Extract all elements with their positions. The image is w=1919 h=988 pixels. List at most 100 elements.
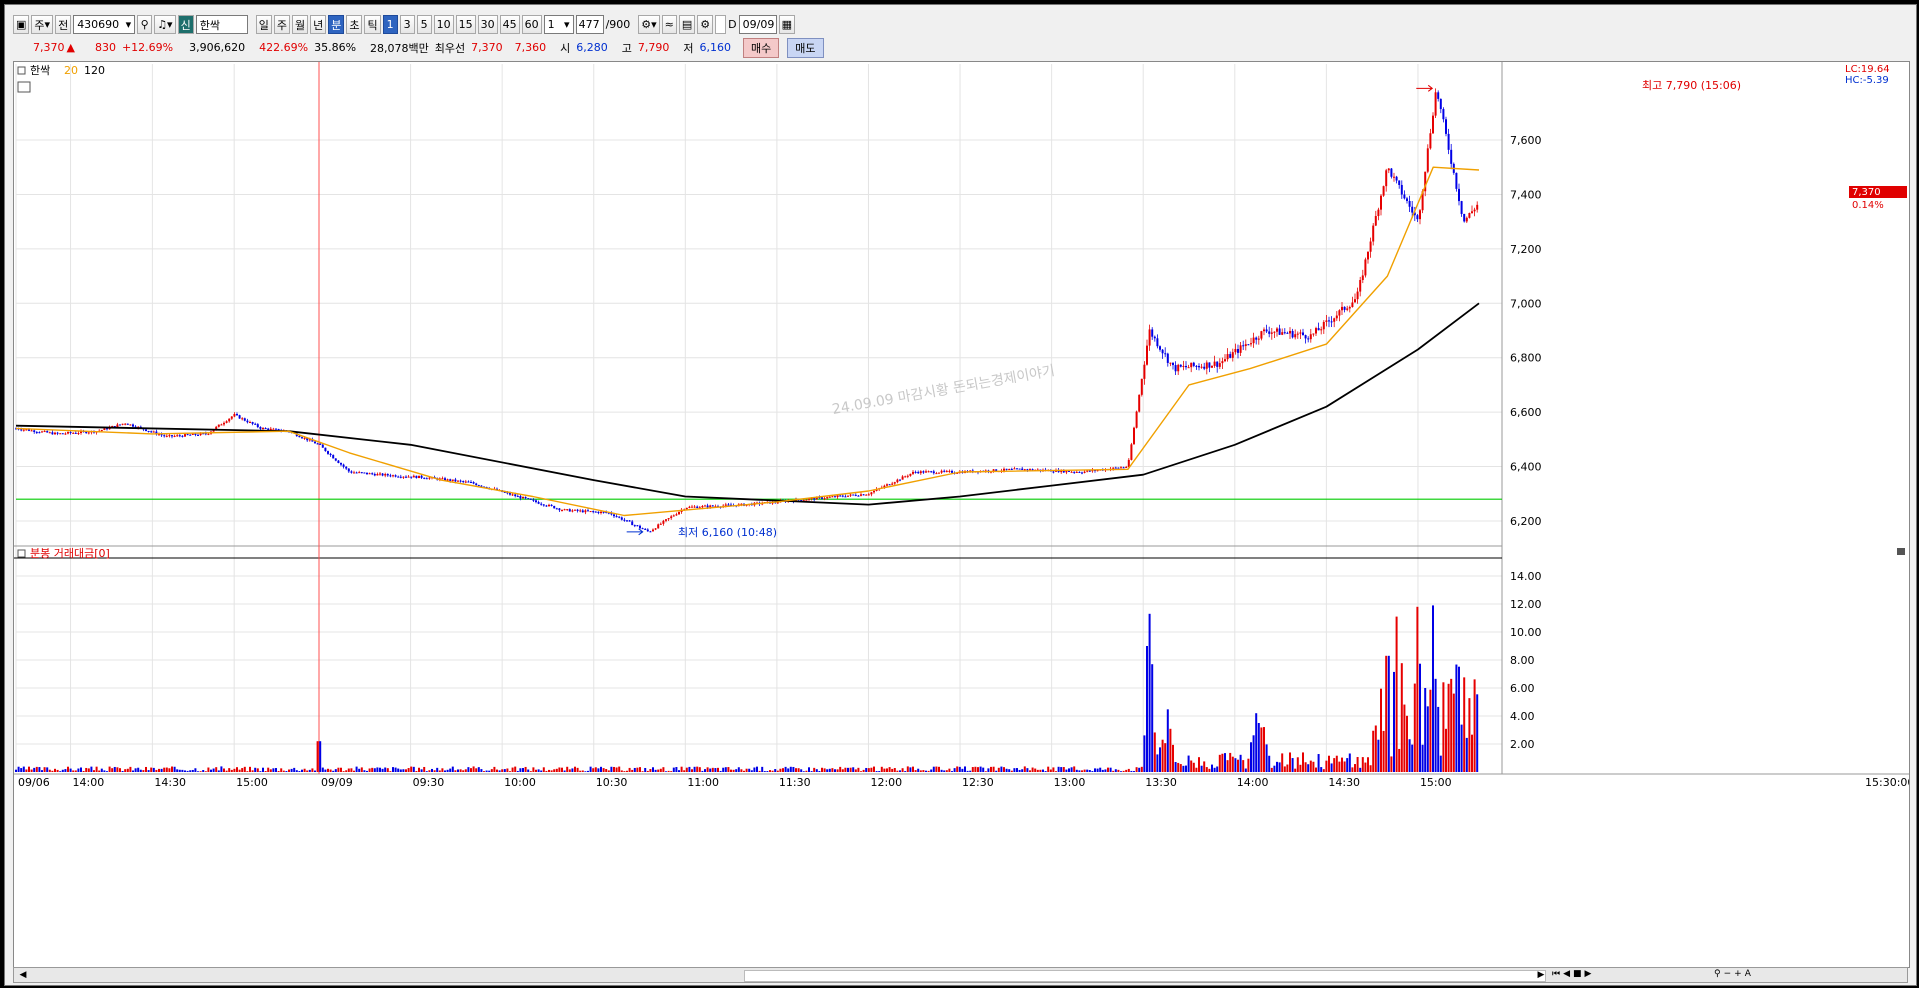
volume-panel-collapse-icon[interactable] [17, 549, 26, 558]
candle-body [1328, 320, 1330, 322]
stop-icon[interactable]: ■ [1573, 969, 1582, 981]
candle-body [124, 423, 127, 425]
stock-chart[interactable]: 한싹 20 120 LC:19.64 HC:-5.39 24.09.09 마감시… [14, 62, 1914, 967]
volume-bar [108, 766, 111, 772]
candle-body [615, 516, 618, 518]
volume-bar [714, 768, 717, 772]
chevron-down-icon[interactable]: ▾ [564, 18, 570, 31]
volume-bar [953, 768, 956, 772]
period-month-button[interactable]: 월 [291, 15, 309, 34]
volume-bar [522, 768, 524, 772]
volume-bar [1299, 764, 1302, 772]
date-input[interactable]: 09/09 [738, 15, 777, 34]
search-icon[interactable]: ⚲ [137, 15, 153, 34]
volume-bar [503, 769, 506, 772]
chart-area[interactable]: 한싹 20 120 LC:19.64 HC:-5.39 24.09.09 마감시… [13, 61, 1914, 968]
volume-bar [917, 768, 920, 772]
interval-5-button[interactable]: 5 [416, 15, 432, 34]
volume-bar [269, 769, 272, 772]
scroll-left-icon[interactable]: ◀ [16, 969, 30, 981]
period-select[interactable]: 주 ▾ [31, 15, 54, 34]
volume-bar [1465, 737, 1468, 772]
date-checkbox[interactable] [715, 15, 727, 34]
indicator-icon[interactable]: ⚙▾ [638, 15, 660, 34]
volume-bar [1283, 766, 1286, 772]
zoom-in-icon[interactable]: + [1734, 969, 1742, 981]
interval-45-button[interactable]: 45 [499, 15, 520, 34]
y-axis-label: 6,800 [1510, 352, 1542, 365]
period-minute-button[interactable]: 분 [328, 15, 345, 34]
volume-panel-maximize-icon[interactable] [1897, 548, 1905, 555]
candle-body [901, 476, 904, 480]
volume-bar [405, 769, 407, 772]
volume-bar [48, 769, 51, 772]
candle-body [1403, 194, 1406, 199]
interval-1-button[interactable]: 1 [382, 15, 398, 34]
scroll-right-icon[interactable]: ▶ [1534, 969, 1548, 981]
candle-body [1073, 471, 1076, 473]
interval-15-button[interactable]: 15 [455, 15, 476, 34]
layout-icon[interactable]: ▣ [13, 15, 30, 34]
period-day-button[interactable]: 일 [255, 15, 272, 34]
calendar-icon[interactable]: ▦ [778, 15, 796, 34]
volume-bar [938, 766, 940, 772]
stock-code-input[interactable]: 430690 ▾ [73, 15, 136, 34]
interval-10-button[interactable]: 10 [433, 15, 454, 34]
interval-3-button[interactable]: 3 [399, 15, 415, 34]
volume-bar [1109, 767, 1112, 772]
bar-count-input[interactable]: 477 [575, 15, 604, 34]
stock-name-field[interactable]: 한싹 [195, 15, 248, 34]
chevron-down-icon[interactable]: ▾ [126, 18, 132, 31]
volume-bar [418, 767, 420, 772]
interval-60-button[interactable]: 60 [521, 15, 542, 34]
period-week-button[interactable]: 주 [273, 15, 290, 34]
period-year-button[interactable]: 년 [310, 15, 327, 34]
volume-bar [1294, 768, 1297, 772]
volume-bar [1122, 770, 1125, 772]
x-axis-label: 11:00 [687, 776, 719, 789]
volume-bar [795, 768, 797, 772]
play-back-icon[interactable]: ◀ [1563, 969, 1570, 981]
chart-window: ▣ 주 ▾ 전 430690 ▾ ⚲ ♫▾ 신 한싹 일 주 월 년 분 초 틱 1… [4, 4, 1917, 986]
volume-bar [243, 766, 246, 772]
rewind-icon[interactable]: ⏮ [1552, 969, 1560, 981]
volume-bar [1278, 762, 1281, 772]
sell-button[interactable]: 매도 [787, 37, 824, 58]
scope-button[interactable]: 전 [55, 15, 72, 34]
font-size-icon[interactable]: A [1745, 969, 1751, 981]
volume-bar [1192, 762, 1195, 772]
volume-bar [215, 767, 218, 772]
period-tick-button[interactable]: 틱 [364, 15, 381, 34]
volume-bar [1153, 732, 1156, 772]
volume-bar [1276, 761, 1278, 772]
speaker-icon[interactable]: ♫▾ [154, 15, 176, 34]
table-toggle-icon[interactable] [17, 81, 31, 93]
line-tool-icon[interactable]: ≈ [661, 15, 677, 34]
horizontal-scrollbar[interactable]: ◀ ▶ ⏮ ◀ ■ ▶ ⚲ − + A [13, 967, 1908, 983]
volume-bar [1107, 767, 1109, 772]
volume-bar [743, 770, 745, 772]
volume-bar [1166, 709, 1169, 772]
volume-bar [56, 769, 59, 772]
candle-body [441, 478, 444, 480]
volume-bar [1187, 755, 1190, 772]
interval-30-button[interactable]: 30 [477, 15, 498, 34]
candle-body [1234, 349, 1237, 353]
scroll-thumb[interactable] [744, 970, 1546, 982]
buy-button[interactable]: 매수 [743, 37, 780, 58]
panel-collapse-icon[interactable] [17, 66, 26, 75]
interval-input[interactable]: 1 ▾ [543, 15, 574, 34]
current-pct-label: 0.14% [1852, 200, 1884, 211]
zoom-out-icon[interactable]: − [1724, 969, 1732, 981]
settings-icon[interactable]: ⚙ [697, 15, 714, 34]
volume-bar [100, 768, 103, 772]
play-icon[interactable]: ▶ [1585, 969, 1592, 981]
candle-body [459, 480, 462, 482]
candle-body [1281, 332, 1284, 335]
volume-bar [1055, 771, 1057, 772]
save-icon[interactable]: ▤ [678, 15, 696, 34]
volume-bar [1289, 752, 1291, 772]
volume-bar [683, 770, 686, 772]
period-second-button[interactable]: 초 [346, 15, 363, 34]
zoom-search-icon[interactable]: ⚲ [1714, 969, 1721, 981]
